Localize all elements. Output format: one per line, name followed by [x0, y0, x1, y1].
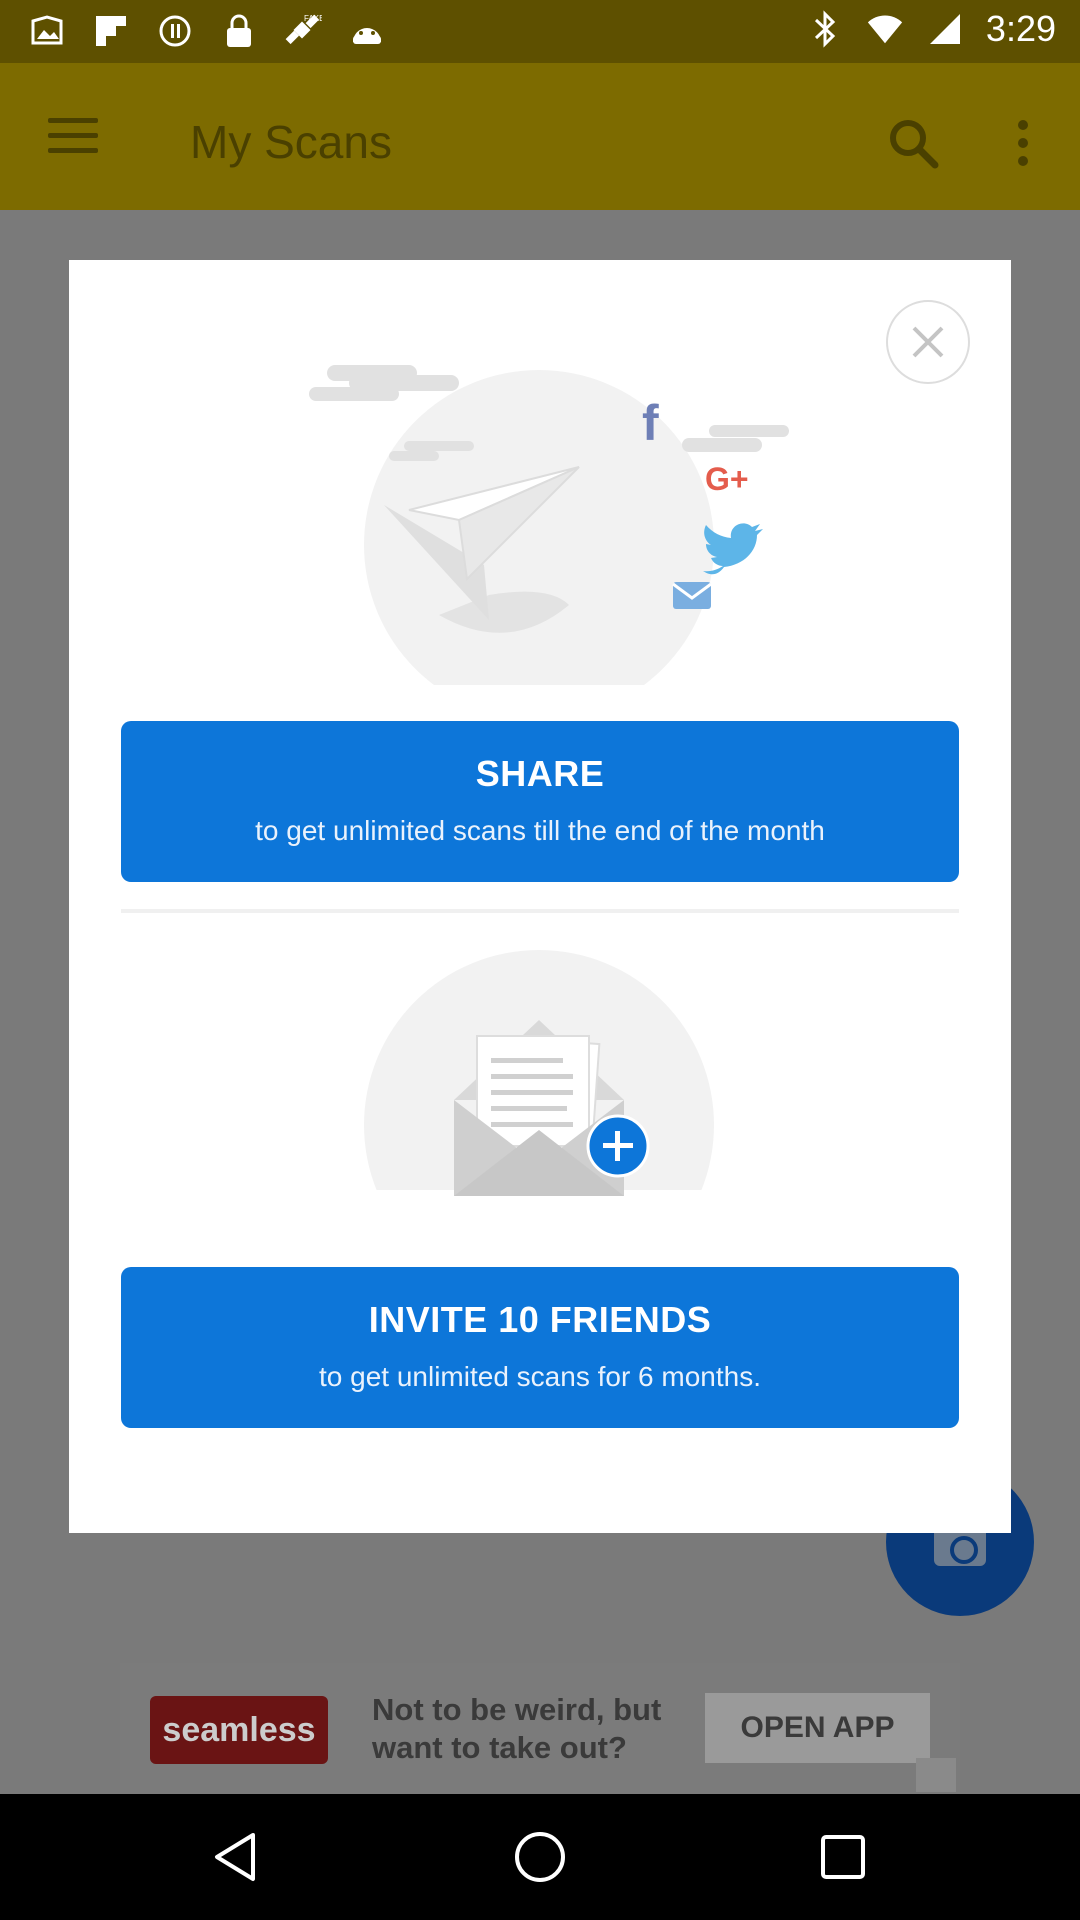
- facebook-icon: f: [642, 395, 659, 451]
- sync-icon: [156, 12, 194, 50]
- recents-icon[interactable]: [813, 1827, 873, 1887]
- status-bar: FAKE 3:29: [0, 0, 1080, 63]
- promo-dialog: f G+ SHARE to get unlimited scans till t…: [69, 260, 1011, 1533]
- android-icon: [348, 12, 386, 50]
- share-title: SHARE: [475, 753, 605, 794]
- back-icon[interactable]: [207, 1827, 267, 1887]
- invite-title: INVITE 10 FRIENDS: [368, 1299, 712, 1340]
- status-time: 3:29: [985, 8, 1056, 49]
- page-title: My Scans: [190, 116, 392, 168]
- mail-icon: [672, 582, 712, 609]
- navigation-bar: [0, 1794, 1080, 1920]
- ad-brand-logo: seamless: [150, 1696, 328, 1764]
- plus-icon: [586, 1114, 650, 1178]
- ad-text: Not to be weird, but want to take out?: [372, 1692, 662, 1765]
- home-icon[interactable]: [510, 1827, 570, 1887]
- signal-icon: [926, 10, 964, 48]
- google-plus-icon: G+: [705, 461, 749, 497]
- satellite-icon: FAKE: [284, 12, 322, 50]
- app-bar: My Scans: [0, 63, 1080, 210]
- share-button[interactable]: SHARE to get unlimited scans till the en…: [121, 721, 959, 882]
- svg-text:FAKE: FAKE: [304, 14, 322, 23]
- svg-text:f: f: [642, 395, 659, 451]
- search-icon[interactable]: [885, 115, 941, 171]
- invite-illustration: [359, 950, 719, 1250]
- share-subtitle: to get unlimited scans till the end of t…: [255, 815, 825, 846]
- ad-banner[interactable]: seamless Not to be weird, but want to ta…: [120, 1663, 960, 1794]
- close-button[interactable]: [886, 300, 970, 384]
- menu-icon[interactable]: [48, 118, 98, 158]
- invite-friends-button[interactable]: INVITE 10 FRIENDS to get unlimited scans…: [121, 1267, 959, 1428]
- divider: [121, 909, 959, 913]
- more-options-icon[interactable]: [1008, 115, 1038, 171]
- ad-choices-icon[interactable]: [916, 1758, 956, 1792]
- share-illustration: f G+: [309, 365, 789, 685]
- wifi-icon: [866, 10, 904, 48]
- lock-icon: [220, 12, 258, 50]
- ad-open-app-button[interactable]: OPEN APP: [705, 1693, 930, 1763]
- image-icon: [28, 12, 66, 50]
- svg-text:G+: G+: [705, 461, 749, 497]
- invite-subtitle: to get unlimited scans for 6 months.: [319, 1361, 761, 1392]
- close-icon: [912, 326, 944, 358]
- bluetooth-icon: [806, 10, 844, 48]
- flipboard-icon: [92, 12, 130, 50]
